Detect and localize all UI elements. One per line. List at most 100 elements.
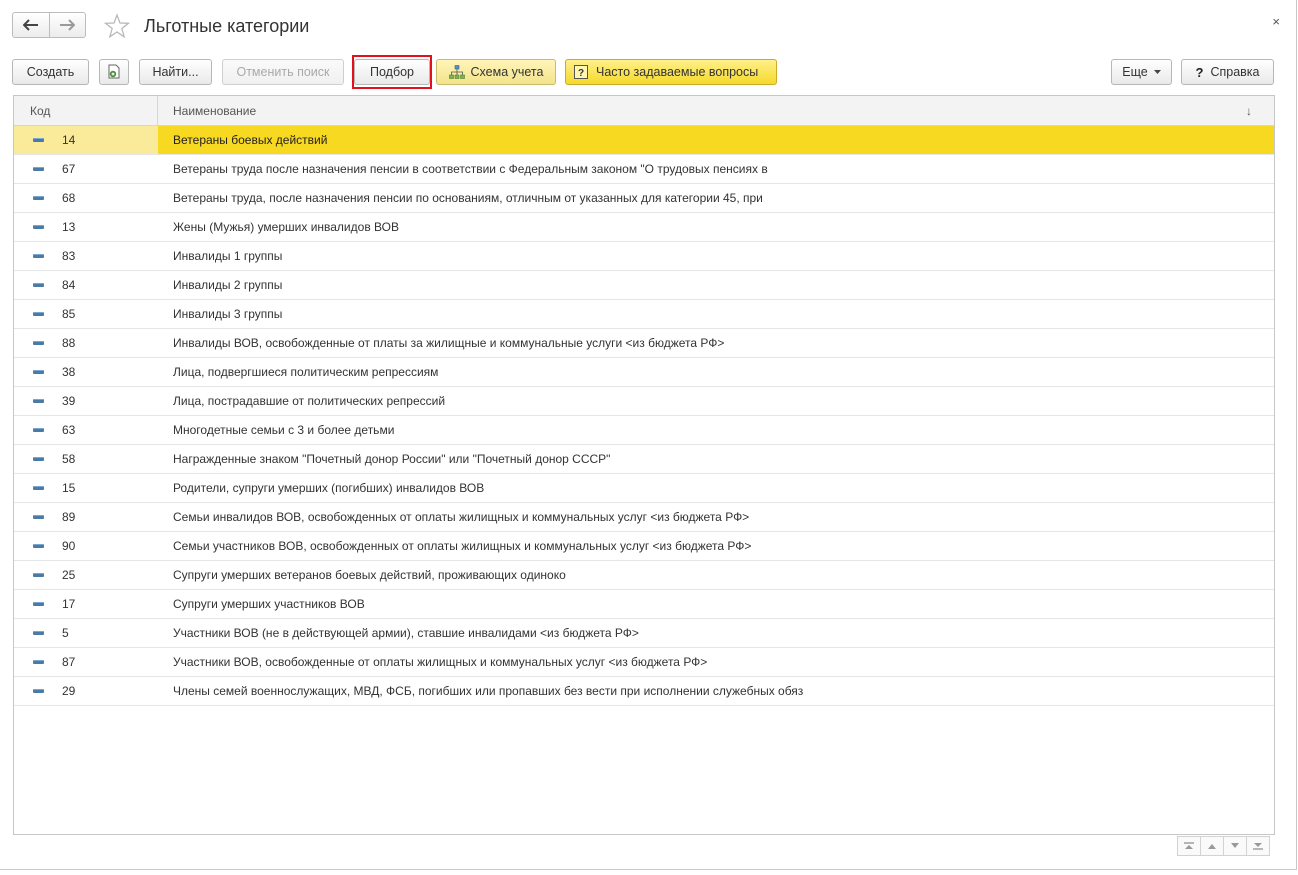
cell-name: Супруги умерших участников ВОВ <box>173 597 365 611</box>
faq-button-label: Часто задаваемые вопросы <box>596 65 759 79</box>
table-row[interactable]: 89 Семьи инвалидов ВОВ, освобожденных от … <box>14 503 1274 532</box>
close-icon[interactable]: × <box>1272 14 1280 29</box>
table-row[interactable]: 84 Инвалиды 2 группы <box>14 271 1274 300</box>
page-title: Льготные категории <box>144 16 310 36</box>
help-button-label: Справка <box>1210 65 1260 79</box>
cell-name: Инвалиды 2 группы <box>173 278 283 292</box>
table-row[interactable]: 13 Жены (Мужья) умерших инвалидов ВОВ <box>14 213 1274 242</box>
table-row[interactable]: 38 Лица, подвергшиеся политическим репрес… <box>14 358 1274 387</box>
table-row[interactable]: 14 Ветераны боевых действий <box>14 126 1274 155</box>
table-row[interactable]: 29 Члены семей военнослужащих, МВД, ФСБ, … <box>14 677 1274 706</box>
help-button[interactable]: ? Справка <box>1181 59 1274 85</box>
cell-code: 38 <box>14 358 158 386</box>
table-row[interactable]: 25 Супруги умерших ветеранов боевых дейст… <box>14 561 1274 590</box>
scroll-to-top-button[interactable] <box>1177 836 1201 856</box>
scroll-to-bottom-button[interactable] <box>1246 836 1270 856</box>
scroll-controls <box>1177 836 1270 856</box>
scroll-down-button[interactable] <box>1223 836 1247 856</box>
cell-code: 39 <box>14 387 158 415</box>
arrow-right-icon <box>60 19 76 31</box>
more-button[interactable]: Еще <box>1111 59 1172 85</box>
question-mark-icon: ? <box>1196 66 1204 79</box>
cell-code: 5 <box>14 619 158 647</box>
cell-name: Ветераны труда, после назначения пенсии … <box>173 191 763 205</box>
star-icon[interactable] <box>104 13 130 39</box>
scroll-top-icon <box>1184 842 1194 849</box>
column-header-code[interactable]: Код <box>14 96 158 125</box>
table-row[interactable]: 68 Ветераны труда, после назначения пенси… <box>14 184 1274 213</box>
cancel-search-label: Отменить поиск <box>236 65 330 79</box>
column-header-name[interactable]: Наименование ↓ <box>158 96 1274 125</box>
column-header-name-label: Наименование <box>173 104 257 118</box>
cell-code: 88 <box>14 329 158 357</box>
table-row[interactable]: 67 Ветераны труда после назначения пенсии… <box>14 155 1274 184</box>
arrow-left-icon <box>22 19 38 31</box>
hierarchy-icon <box>448 65 465 79</box>
table-body: 14 Ветераны боевых действий 67 Ветераны тру… <box>14 126 1274 706</box>
cell-code: 85 <box>14 300 158 328</box>
item-dash-icon <box>33 544 44 548</box>
cell-name: Инвалиды ВОВ, освобожденные от платы за … <box>173 336 725 350</box>
table-row[interactable]: 58 Награжденные знаком "Почетный донор Ро… <box>14 445 1274 474</box>
code-value: 29 <box>62 684 76 698</box>
sort-arrow-icon: ↓ <box>1246 104 1252 118</box>
svg-text:?: ? <box>578 68 584 79</box>
table-row[interactable]: 63 Многодетные семьи с 3 и более детьми <box>14 416 1274 445</box>
code-value: 63 <box>62 423 76 437</box>
back-button[interactable] <box>13 13 49 37</box>
categories-table: Код Наименование ↓ 14 Ветераны боевых дей… <box>13 95 1275 835</box>
item-dash-icon <box>33 225 44 229</box>
table-row[interactable]: 85 Инвалиды 3 группы <box>14 300 1274 329</box>
cell-name: Члены семей военнослужащих, МВД, ФСБ, по… <box>173 684 804 698</box>
accounting-scheme-button[interactable]: Схема учета <box>436 59 556 85</box>
table-row[interactable]: 15 Родители, супруги умерших (погибших) и… <box>14 474 1274 503</box>
code-value: 38 <box>62 365 76 379</box>
question-box-icon: ? <box>574 65 588 79</box>
table-row[interactable]: 87 Участники ВОВ, освобожденные от оплаты… <box>14 648 1274 677</box>
cell-name: Ветераны труда после назначения пенсии в… <box>173 162 768 176</box>
cell-name: Семьи инвалидов ВОВ, освобожденных от оп… <box>173 510 750 524</box>
item-dash-icon <box>33 515 44 519</box>
faq-button[interactable]: ? Часто задаваемые вопросы <box>565 59 777 85</box>
table-row[interactable]: 39 Лица, пострадавшие от политических реп… <box>14 387 1274 416</box>
table-row[interactable]: 5 Участники ВОВ (не в действующей армии),… <box>14 619 1274 648</box>
accounting-scheme-label: Схема учета <box>470 65 544 79</box>
cell-code: 67 <box>14 155 158 183</box>
cell-code: 58 <box>14 445 158 473</box>
copy-button[interactable] <box>99 59 129 85</box>
find-button-label: Найти... <box>152 65 199 79</box>
code-value: 85 <box>62 307 76 321</box>
item-dash-icon <box>33 602 44 606</box>
cell-name: Лица, подвергшиеся политическим репресси… <box>173 365 439 379</box>
forward-button[interactable] <box>48 13 86 37</box>
code-value: 5 <box>62 626 69 640</box>
cell-code: 87 <box>14 648 158 676</box>
table-header: Код Наименование ↓ <box>14 96 1274 126</box>
cell-name: Многодетные семьи с 3 и более детьми <box>173 423 395 437</box>
code-value: 15 <box>62 481 76 495</box>
item-dash-icon <box>33 283 44 287</box>
cell-code: 63 <box>14 416 158 444</box>
cell-code: 84 <box>14 271 158 299</box>
table-row[interactable]: 83 Инвалиды 1 группы <box>14 242 1274 271</box>
find-button[interactable]: Найти... <box>139 59 212 85</box>
item-dash-icon <box>33 370 44 374</box>
item-dash-icon <box>33 399 44 403</box>
code-value: 67 <box>62 162 76 176</box>
create-button[interactable]: Создать <box>12 59 89 85</box>
item-dash-icon <box>33 631 44 635</box>
selection-button[interactable]: Подбор <box>354 59 430 85</box>
scroll-up-icon <box>1208 844 1216 849</box>
cancel-search-button[interactable]: Отменить поиск <box>222 59 344 85</box>
table-row[interactable]: 90 Семьи участников ВОВ, освобожденных от… <box>14 532 1274 561</box>
code-value: 17 <box>62 597 76 611</box>
cell-code: 90 <box>14 532 158 560</box>
code-value: 58 <box>62 452 76 466</box>
table-row[interactable]: 88 Инвалиды ВОВ, освобожденные от платы з… <box>14 329 1274 358</box>
table-row[interactable]: 17 Супруги умерших участников ВОВ <box>14 590 1274 619</box>
item-dash-icon <box>33 312 44 316</box>
cell-code: 14 <box>14 126 158 154</box>
svg-text:?: ? <box>1196 66 1204 79</box>
scroll-up-button[interactable] <box>1200 836 1224 856</box>
item-dash-icon <box>33 254 44 258</box>
